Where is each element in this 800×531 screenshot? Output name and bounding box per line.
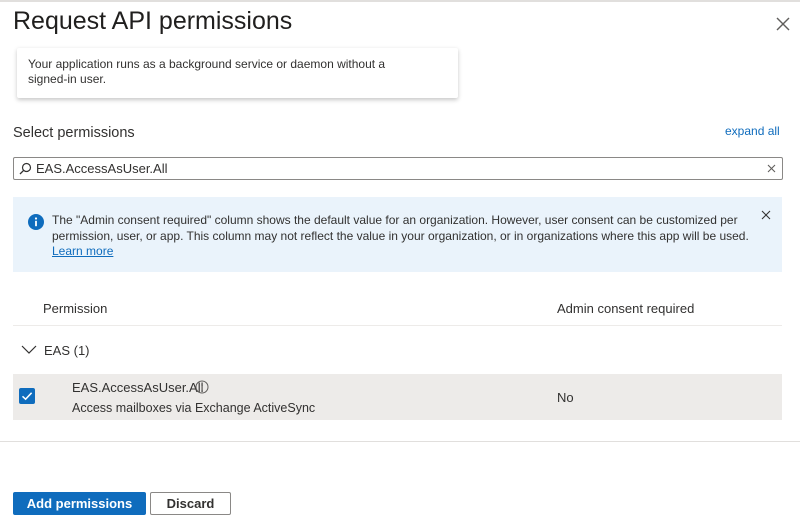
permission-name: EAS.AccessAsUser.All <box>72 380 204 395</box>
header-divider <box>13 325 782 326</box>
permission-info-icon[interactable] <box>195 380 209 394</box>
group-row-eas[interactable]: EAS (1) <box>13 339 313 363</box>
checkmark-icon <box>21 392 33 401</box>
add-permissions-button[interactable]: Add permissions <box>13 492 146 515</box>
chevron-down-icon <box>21 343 37 355</box>
footer-divider <box>0 441 800 442</box>
top-border <box>0 0 800 2</box>
close-icon[interactable] <box>772 13 794 35</box>
admin-consent-value: No <box>557 390 574 405</box>
learn-more-link[interactable]: Learn more <box>52 244 113 258</box>
dialog-title: Request API permissions <box>13 7 293 35</box>
app-type-card-description: Your application runs as a background se… <box>28 57 386 86</box>
clear-icon[interactable] <box>765 162 778 175</box>
admin-consent-info-bar: The "Admin consent required" column show… <box>13 197 782 272</box>
group-label: EAS (1) <box>44 343 90 358</box>
info-bar-message: The "Admin consent required" column show… <box>52 213 752 260</box>
select-permissions-title: Select permissions <box>13 125 135 141</box>
column-header-permission: Permission <box>43 301 108 316</box>
permission-search-box[interactable] <box>13 157 783 180</box>
discard-button[interactable]: Discard <box>150 492 231 515</box>
permission-description: Access mailboxes via Exchange ActiveSync <box>72 401 316 415</box>
column-header-admin-consent: Admin consent required <box>557 301 695 316</box>
search-icon <box>19 162 32 175</box>
expand-all-link[interactable]: expand all <box>725 124 780 138</box>
permission-checkbox[interactable] <box>19 388 35 404</box>
app-type-card[interactable]: Your application runs as a background se… <box>17 48 458 98</box>
info-icon <box>28 214 44 230</box>
info-bar-text: The "Admin consent required" column show… <box>52 213 749 243</box>
table-row[interactable]: EAS.AccessAsUser.All Access mailboxes vi… <box>13 374 782 420</box>
search-input[interactable] <box>36 158 756 179</box>
dismiss-info-icon[interactable] <box>760 208 772 220</box>
